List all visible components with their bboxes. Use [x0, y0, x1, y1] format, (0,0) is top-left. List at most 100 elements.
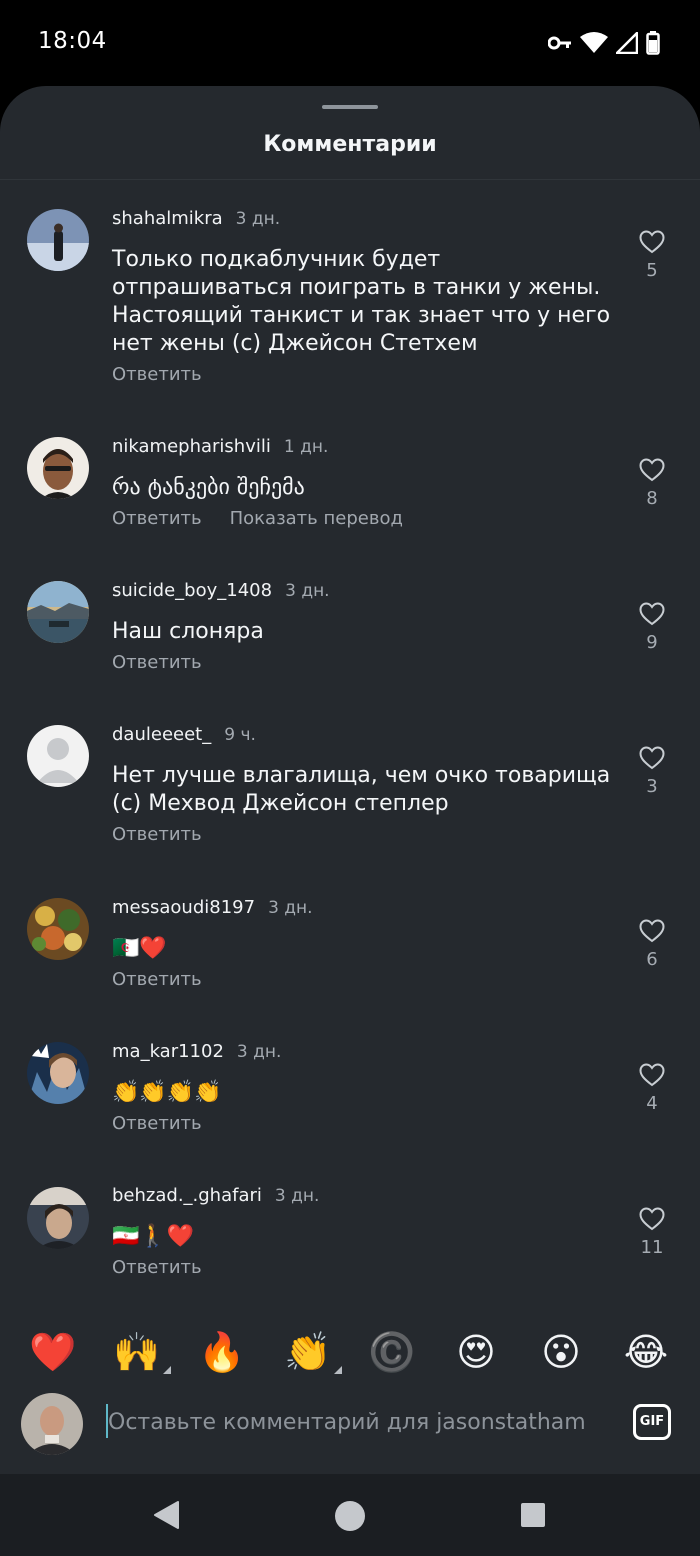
avatar[interactable]: [27, 725, 89, 787]
comment-time: 3 дн.: [285, 581, 330, 601]
comment-time: 3 дн.: [268, 898, 313, 918]
username[interactable]: suicide_boy_1408: [112, 580, 272, 601]
comment-actions: Ответить: [112, 652, 202, 678]
emoji-fire-button[interactable]: 🔥: [194, 1326, 250, 1378]
comment-time: 3 дн.: [235, 209, 281, 229]
comment-input[interactable]: [108, 1402, 588, 1442]
comment-text: Только подкаблучник будет отпрашиваться …: [112, 247, 611, 356]
heart-icon: [639, 919, 665, 943]
gif-button[interactable]: GIF: [633, 1404, 671, 1440]
comment-actions: Ответить: [112, 364, 202, 390]
like-button[interactable]: 3: [628, 746, 676, 797]
reply-button[interactable]: Ответить: [112, 1257, 202, 1283]
comment-header: nikamepharishvili 1 дн.: [112, 436, 328, 462]
emoji-heart-eyes-button[interactable]: 😍: [448, 1326, 504, 1378]
reply-button[interactable]: Ответить: [112, 1113, 202, 1139]
emoji-glyph: ©️: [368, 1330, 416, 1374]
username[interactable]: messaoudi8197: [112, 897, 255, 918]
recents-icon[interactable]: [520, 1502, 546, 1528]
comment-text: Нет лучше влагалища, чем очко товарища (…: [112, 763, 611, 816]
like-button[interactable]: 4: [628, 1063, 676, 1114]
comment-actions: Ответить: [112, 1257, 202, 1283]
comment-text: რა ტანკები შეჩემა: [112, 475, 305, 500]
like-count: 3: [646, 776, 658, 797]
heart-icon: [639, 602, 665, 626]
emoji-glyph: 😂: [623, 1330, 669, 1374]
comment-actions: Ответить Показать перевод: [112, 508, 403, 534]
like-count: 11: [640, 1237, 664, 1258]
sheet-title: Комментарии: [263, 132, 437, 157]
emoji-clap-button[interactable]: 👏: [280, 1326, 342, 1378]
reply-button[interactable]: Ответить: [112, 508, 202, 534]
comments-sheet: Комментарии shahalmikra 3 дн. Только под…: [0, 86, 700, 1474]
avatar[interactable]: [27, 209, 89, 271]
drag-handle[interactable]: [322, 105, 378, 109]
emoji-glyph: 😮: [541, 1330, 581, 1374]
comment-composer: GIF: [0, 1388, 700, 1474]
avatar[interactable]: [27, 437, 89, 499]
heart-icon: [639, 1207, 665, 1231]
like-button[interactable]: 8: [628, 458, 676, 509]
comment-header: ma_kar1102 3 дн.: [112, 1041, 281, 1067]
avatar[interactable]: [27, 1187, 89, 1249]
heart-icon: [639, 1063, 665, 1087]
home-icon[interactable]: [334, 1500, 366, 1532]
like-count: 5: [646, 260, 658, 281]
username[interactable]: shahalmikra: [112, 208, 223, 229]
navigation-bar: [0, 1474, 700, 1556]
like-button[interactable]: 11: [628, 1207, 676, 1258]
header-divider: [0, 179, 700, 180]
like-count: 4: [646, 1093, 658, 1114]
comment-header: shahalmikra 3 дн.: [112, 208, 280, 234]
heart-icon: [639, 746, 665, 770]
skin-tone-indicator: [163, 1366, 171, 1374]
like-button[interactable]: 5: [628, 230, 676, 281]
status-icons: [548, 30, 660, 56]
comment-actions: Ответить: [112, 969, 202, 995]
emoji-glyph: 👏: [284, 1330, 332, 1374]
back-icon[interactable]: [152, 1500, 180, 1530]
avatar[interactable]: [27, 898, 89, 960]
reply-button[interactable]: Ответить: [112, 652, 202, 678]
emoji-heart-button[interactable]: ❤️: [25, 1326, 81, 1378]
username[interactable]: behzad._.ghafari: [112, 1185, 262, 1206]
signal-icon: [616, 32, 638, 54]
like-button[interactable]: 9: [628, 602, 676, 653]
emoji-joy-button[interactable]: 😂: [618, 1326, 674, 1378]
comment-actions: Ответить: [112, 1113, 202, 1139]
like-count: 8: [646, 488, 658, 509]
status-bar: 18:04: [0, 0, 700, 86]
avatar[interactable]: [27, 1042, 89, 1104]
status-time: 18:04: [38, 28, 107, 54]
comment-text: Наш слоняра: [112, 619, 264, 644]
emoji-glyph: ❤️: [29, 1330, 77, 1374]
like-button[interactable]: 6: [628, 919, 676, 970]
emoji-surprised-button[interactable]: 😮: [533, 1326, 589, 1378]
comment-header: behzad._.ghafari 3 дн.: [112, 1185, 319, 1211]
reply-button[interactable]: Ответить: [112, 969, 202, 995]
skin-tone-indicator: [334, 1366, 342, 1374]
emoji-quick-bar: ❤️ 🙌 🔥 👏 ©️ 😍 😮 😂: [0, 1310, 700, 1388]
reply-button[interactable]: Ответить: [112, 824, 202, 850]
emoji-copyright-button[interactable]: ©️: [364, 1326, 420, 1378]
comment-time: 1 дн.: [283, 437, 329, 457]
comment-header: messaoudi8197 3 дн.: [112, 897, 313, 923]
username[interactable]: ma_kar1102: [112, 1041, 224, 1062]
like-count: 6: [646, 949, 658, 970]
emoji-glyph: 🙌: [113, 1330, 161, 1374]
comment-header: suicide_boy_1408 3 дн.: [112, 580, 330, 606]
emoji-glyph: 😍: [456, 1330, 496, 1374]
username[interactable]: nikamepharishvili: [112, 436, 271, 457]
key-icon: [548, 36, 571, 50]
reply-button[interactable]: Ответить: [112, 364, 202, 390]
comment-text: 🇩🇿❤️: [112, 936, 167, 961]
username[interactable]: dauleeeet_: [112, 724, 211, 745]
emoji-raised-hands-button[interactable]: 🙌: [109, 1326, 171, 1378]
comment-time: 3 дн.: [274, 1186, 320, 1206]
battery-icon: [646, 31, 660, 55]
comment-text: 👏👏👏👏: [112, 1080, 222, 1105]
comment-header: dauleeeet_ 9 ч.: [112, 724, 256, 750]
comment-time: 9 ч.: [224, 725, 256, 745]
show-translation-button[interactable]: Показать перевод: [230, 508, 403, 534]
avatar[interactable]: [27, 581, 89, 643]
